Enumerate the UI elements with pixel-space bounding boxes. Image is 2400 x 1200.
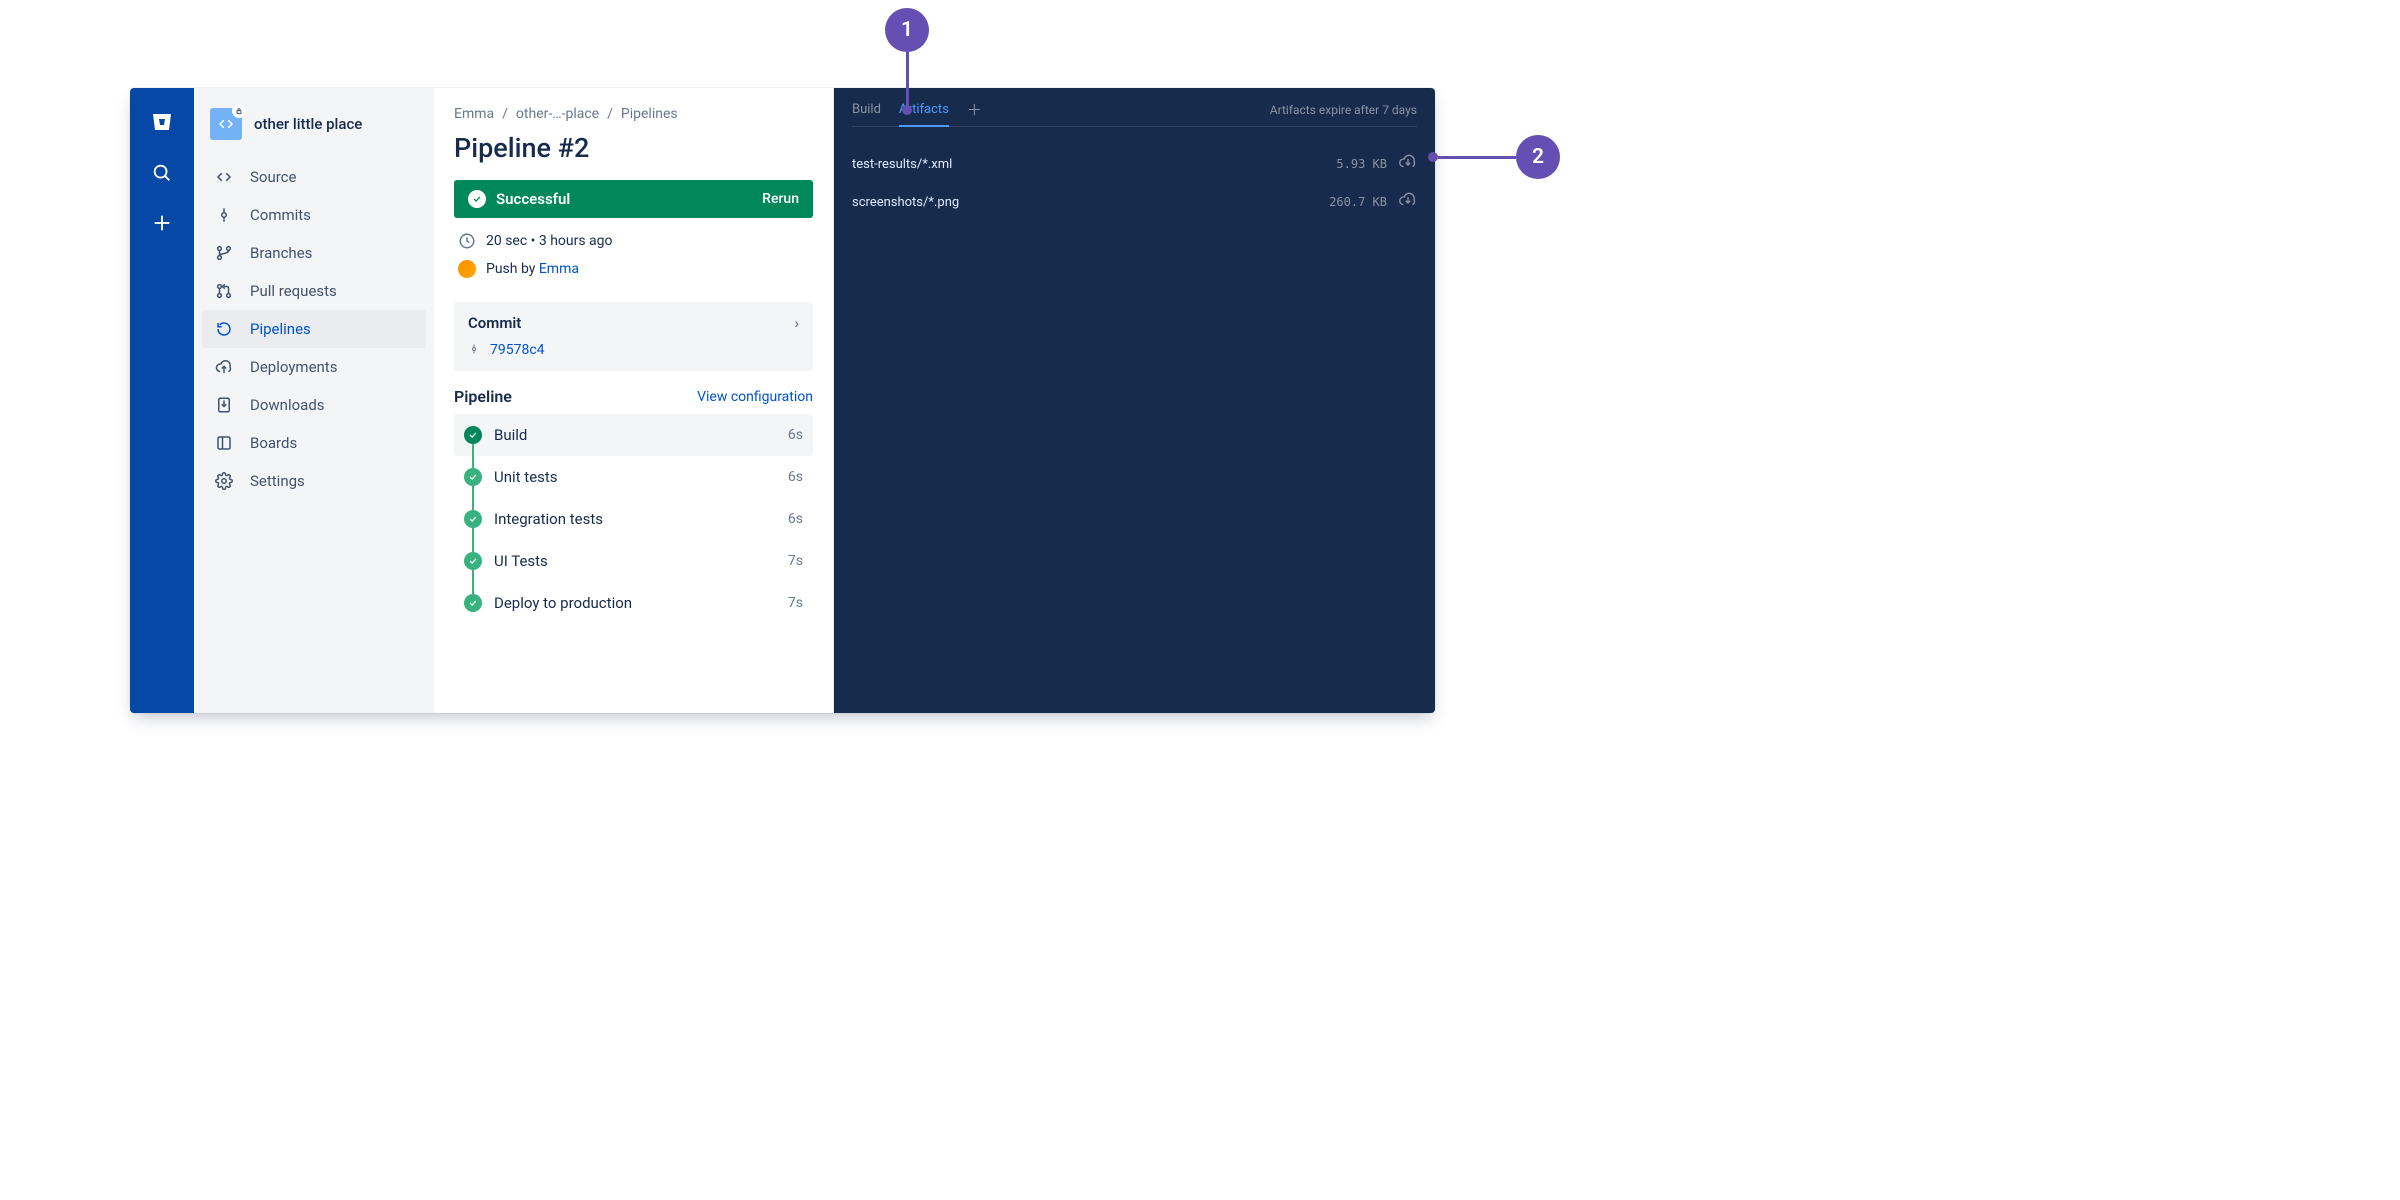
commit-icon (214, 206, 234, 224)
breadcrumb: Emma / other-…-place / Pipelines (454, 106, 813, 122)
annotation-callout-1: 1 (885, 8, 929, 115)
pipeline-steps: Build 6s Unit tests 6s Integration tests… (454, 414, 813, 624)
breadcrumb-section[interactable]: Pipelines (621, 106, 678, 122)
main-content: Emma / other-…-place / Pipelines Pipelin… (434, 88, 834, 713)
artifact-name: screenshots/*.png (852, 195, 959, 210)
sidebar-nav: Source Commits Branches Pull requests Pi… (202, 158, 426, 500)
step-name: Build (494, 426, 527, 444)
success-check-icon (468, 190, 486, 208)
duration-text: 20 sec • 3 hours ago (486, 233, 613, 249)
pull-request-icon (214, 282, 234, 300)
pipelines-icon (214, 320, 234, 338)
sidebar-item-branches[interactable]: Branches (202, 234, 426, 272)
app-frame: other little place Source Commits Branch… (130, 88, 1435, 713)
sidebar-item-label: Boards (250, 434, 297, 452)
sidebar-item-settings[interactable]: Settings (202, 462, 426, 500)
step-duration: 7s (788, 553, 803, 569)
rerun-button[interactable]: Rerun (762, 191, 799, 207)
branch-icon (214, 244, 234, 262)
sidebar-item-pull-requests[interactable]: Pull requests (202, 272, 426, 310)
sidebar: other little place Source Commits Branch… (194, 88, 434, 713)
tab-build[interactable]: Build (852, 102, 881, 127)
artifact-size: 5.93 KB (1336, 157, 1387, 171)
pipeline-step[interactable]: Deploy to production 7s (454, 582, 813, 624)
cloud-up-icon (214, 358, 234, 376)
chevron-right-icon: › (794, 314, 799, 332)
step-success-icon (464, 510, 482, 528)
sidebar-item-label: Branches (250, 244, 312, 262)
author-avatar-icon (458, 260, 476, 278)
sidebar-item-label: Source (250, 168, 296, 186)
search-icon[interactable] (151, 162, 173, 188)
step-duration: 7s (788, 595, 803, 611)
step-name: Integration tests (494, 510, 603, 528)
create-icon[interactable] (151, 212, 173, 238)
artifacts-expire-notice: Artifacts expire after 7 days (1270, 103, 1417, 117)
push-by-text: Push by Emma (486, 261, 579, 277)
breadcrumb-owner[interactable]: Emma (454, 106, 494, 122)
sidebar-item-deployments[interactable]: Deployments (202, 348, 426, 386)
commit-card[interactable]: Commit › 79578c4 (454, 302, 813, 371)
view-configuration-link[interactable]: View configuration (697, 389, 813, 405)
step-name: Unit tests (494, 468, 558, 486)
pipeline-step[interactable]: Unit tests 6s (454, 456, 813, 498)
artifact-size: 260.7 KB (1329, 195, 1387, 209)
sidebar-item-source[interactable]: Source (202, 158, 426, 196)
repo-header[interactable]: other little place (202, 108, 426, 158)
artifact-row: test-results/*.xml 5.93 KB (852, 145, 1417, 183)
pipeline-step[interactable]: Integration tests 6s (454, 498, 813, 540)
status-label: Successful (496, 190, 570, 208)
step-success-icon (464, 426, 482, 444)
sidebar-item-boards[interactable]: Boards (202, 424, 426, 462)
sidebar-item-label: Settings (250, 472, 305, 490)
commit-node-icon (468, 340, 480, 359)
commit-hash-link[interactable]: 79578c4 (490, 342, 545, 358)
status-bar: Successful Rerun (454, 180, 813, 218)
pipeline-step[interactable]: UI Tests 7s (454, 540, 813, 582)
page-title: Pipeline #2 (454, 132, 813, 164)
artifacts-panel: Build Artifacts ＋ Artifacts expire after… (834, 88, 1435, 713)
global-nav (130, 88, 194, 713)
download-artifact-icon[interactable] (1399, 191, 1417, 213)
download-artifact-icon[interactable] (1399, 153, 1417, 175)
pipeline-step[interactable]: Build 6s (454, 414, 813, 456)
step-duration: 6s (788, 427, 803, 443)
commit-heading: Commit (468, 314, 521, 332)
repo-avatar-icon (210, 108, 242, 140)
download-icon (214, 396, 234, 414)
step-duration: 6s (788, 511, 803, 527)
repo-name: other little place (254, 115, 362, 133)
sidebar-item-label: Pull requests (250, 282, 337, 300)
sidebar-item-commits[interactable]: Commits (202, 196, 426, 234)
step-duration: 6s (788, 469, 803, 485)
add-tab-icon[interactable]: ＋ (967, 103, 982, 118)
step-name: UI Tests (494, 552, 548, 570)
sidebar-item-label: Downloads (250, 396, 325, 414)
author-link[interactable]: Emma (539, 261, 579, 277)
artifact-name: test-results/*.xml (852, 157, 952, 172)
annotation-callout-2: 2 (1428, 135, 1560, 179)
lock-icon (232, 104, 246, 118)
sidebar-item-label: Commits (250, 206, 311, 224)
sidebar-item-label: Pipelines (250, 320, 311, 338)
clock-icon (458, 232, 476, 250)
sidebar-item-label: Deployments (250, 358, 337, 376)
artifact-row: screenshots/*.png 260.7 KB (852, 183, 1417, 221)
step-name: Deploy to production (494, 594, 632, 612)
gear-icon (214, 472, 234, 490)
sidebar-item-downloads[interactable]: Downloads (202, 386, 426, 424)
sidebar-item-pipelines[interactable]: Pipelines (202, 310, 426, 348)
bitbucket-logo-icon[interactable] (150, 110, 174, 138)
step-success-icon (464, 468, 482, 486)
breadcrumb-repo[interactable]: other-…-place (516, 106, 599, 122)
step-success-icon (464, 594, 482, 612)
code-icon (214, 168, 234, 186)
boards-icon (214, 434, 234, 452)
pipeline-heading: Pipeline (454, 387, 512, 406)
step-success-icon (464, 552, 482, 570)
